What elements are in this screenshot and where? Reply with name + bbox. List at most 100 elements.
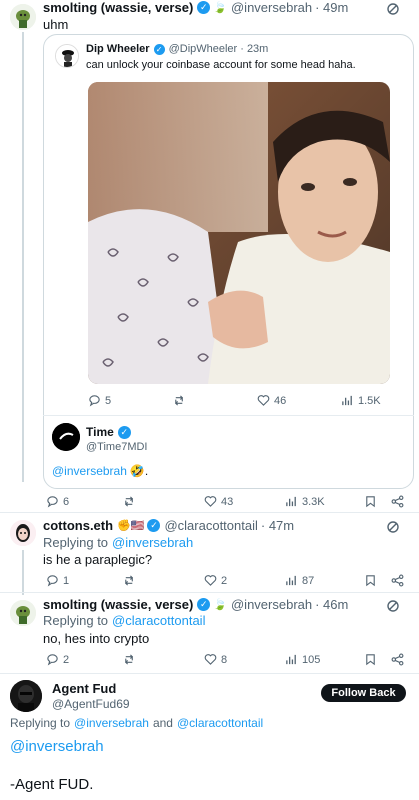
reply-button[interactable]: 1: [46, 574, 69, 587]
time-author-handle[interactable]: @Time7MDI: [86, 441, 147, 453]
like-count: 43: [221, 495, 234, 508]
replying-to-link[interactable]: @inversebrah: [74, 716, 149, 730]
like-icon: [204, 496, 217, 507]
replying-to-link[interactable]: @claracottontail: [177, 716, 263, 730]
like-icon: [257, 395, 270, 406]
follow-back-button[interactable]: Follow Back: [321, 684, 406, 702]
bookmark-button[interactable]: [364, 653, 381, 666]
author-handle[interactable]: @inversebrah: [231, 0, 312, 15]
wassie-badge-icon: 🍃: [213, 2, 227, 14]
avatar-dipwheeler[interactable]: [55, 44, 79, 68]
replying-to-link[interactable]: @claracottontail: [112, 613, 205, 628]
avatar-time[interactable]: [52, 423, 80, 451]
grok-icon[interactable]: [386, 599, 400, 613]
retweet-button[interactable]: [123, 574, 140, 587]
mention-link[interactable]: @inversebrah: [52, 464, 127, 478]
quoted-views-button[interactable]: 1.5K: [341, 394, 381, 407]
like-count: 2: [221, 574, 228, 587]
author-name[interactable]: Agent Fud: [52, 681, 116, 696]
time-reply-text: @inversebrah 🤣.: [52, 464, 148, 478]
retweet-button[interactable]: [123, 495, 140, 508]
replying-to-link[interactable]: @inversebrah: [112, 535, 193, 550]
reply-count: 2: [63, 653, 70, 666]
like-button[interactable]: 43: [204, 495, 233, 508]
quoted-like-button[interactable]: 46: [257, 394, 286, 407]
bookmark-button[interactable]: [364, 574, 381, 587]
retweet-button[interactable]: [123, 653, 140, 666]
bookmark-icon: [366, 575, 375, 587]
post-time[interactable]: · 47m: [261, 518, 294, 533]
verified-icon: ✓: [117, 425, 131, 439]
replying-line: Replying to @inversebrah and @claracotto…: [10, 716, 263, 730]
share-button[interactable]: [391, 574, 408, 587]
reply-count: 1: [63, 574, 70, 587]
thread-line: [22, 550, 24, 595]
author-name[interactable]: cottons.eth: [43, 518, 113, 533]
post-divider: [0, 592, 419, 593]
bookmark-icon: [366, 654, 375, 666]
reply-button[interactable]: 6: [46, 495, 69, 508]
quoted-reply-count: 5: [105, 394, 112, 407]
badge-emoji: ✊🇺🇸: [117, 520, 145, 532]
like-button[interactable]: 2: [204, 574, 227, 587]
time-author-name[interactable]: Time: [86, 425, 114, 439]
quoted-like-count: 46: [274, 394, 287, 407]
verified-icon: ✓: [147, 519, 161, 532]
reply-count: 6: [63, 495, 70, 508]
views-count: 3.3K: [302, 495, 325, 508]
author-name[interactable]: smolting (wassie, verse): [43, 597, 193, 612]
avatar-smolting[interactable]: [10, 4, 36, 30]
like-icon: [204, 575, 217, 586]
post2-header: cottons.eth ✊🇺🇸 ✓ @claracottontail · 47m: [43, 518, 294, 533]
reply-button[interactable]: 2: [46, 653, 69, 666]
grok-icon[interactable]: [386, 2, 400, 16]
avatar-cottons[interactable]: [10, 520, 36, 546]
author-handle[interactable]: @AgentFud69: [52, 697, 130, 711]
verified-icon: ✓: [197, 598, 211, 611]
share-button[interactable]: [391, 495, 408, 508]
quoted-author-name[interactable]: Dip Wheeler: [86, 43, 150, 55]
author-name[interactable]: smolting (wassie, verse): [43, 0, 193, 15]
post-time[interactable]: · 46m: [315, 597, 348, 612]
replying-line: Replying to @claracottontail: [43, 613, 205, 628]
post-text: is he a paraplegic?: [43, 552, 153, 567]
quoted-reply-button[interactable]: 5: [88, 394, 111, 407]
quoted-photo[interactable]: [88, 82, 390, 384]
emoji-text: 🤣.: [129, 464, 149, 478]
quoted-header: Dip Wheeler ✓ @DipWheeler · 23m: [86, 43, 268, 55]
replying-and: and: [152, 716, 173, 730]
share-icon: [391, 495, 404, 508]
bookmark-button[interactable]: [364, 495, 381, 508]
views-button[interactable]: 3.3K: [285, 495, 325, 508]
replying-label: Replying to: [10, 716, 71, 730]
quoted-author-handle[interactable]: @DipWheeler: [169, 43, 238, 55]
time-reply-header: Time ✓: [86, 425, 131, 439]
replying-label: Replying to: [43, 613, 109, 628]
like-button[interactable]: 8: [204, 653, 227, 666]
thread-line: [22, 32, 24, 482]
like-count: 8: [221, 653, 228, 666]
views-icon: [286, 575, 296, 586]
replying-label: Replying to: [43, 535, 109, 550]
post-divider: [0, 512, 419, 513]
replying-line: Replying to @inversebrah: [43, 535, 193, 550]
share-button[interactable]: [391, 653, 408, 666]
quoted-retweet-button[interactable]: [173, 394, 190, 407]
post-time[interactable]: · 49m: [315, 0, 348, 15]
grok-icon[interactable]: [386, 520, 400, 534]
author-handle[interactable]: @claracottontail: [164, 518, 257, 533]
retweet-icon: [174, 395, 184, 406]
avatar-agentfud[interactable]: [10, 680, 42, 712]
avatar-smolting[interactable]: [10, 600, 36, 626]
views-count: 87: [302, 574, 315, 587]
bookmark-icon: [366, 496, 375, 508]
views-button[interactable]: 105: [285, 653, 320, 666]
post1-header: smolting (wassie, verse) ✓ 🍃 @inversebra…: [43, 0, 348, 15]
quoted-post-time[interactable]: · 23m: [240, 43, 268, 55]
views-button[interactable]: 87: [285, 574, 314, 587]
retweet-icon: [124, 575, 134, 586]
author-handle[interactable]: @inversebrah: [231, 597, 312, 612]
mention-link[interactable]: @inversebrah: [10, 738, 104, 755]
quoted-views-count: 1.5K: [358, 394, 381, 407]
reply-icon: [47, 654, 58, 666]
